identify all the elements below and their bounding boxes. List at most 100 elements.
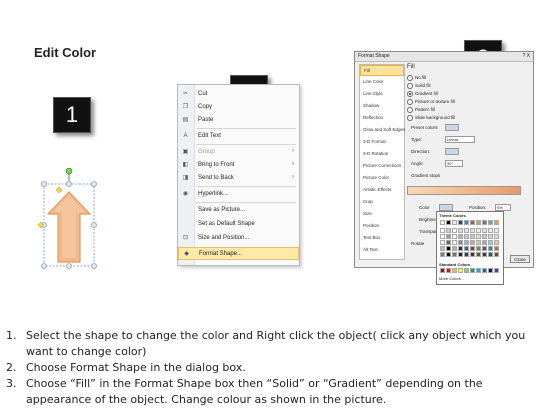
menu-item-group[interactable]: ▣ Group › — [178, 146, 299, 159]
theme-color-swatch[interactable] — [464, 228, 469, 233]
category-fill[interactable]: Fill — [360, 65, 404, 76]
theme-color-swatch[interactable] — [458, 234, 463, 239]
menu-item-cut[interactable]: ✂ Cut — [178, 88, 299, 101]
theme-color-swatch[interactable] — [452, 240, 457, 245]
theme-color-swatch[interactable] — [452, 252, 457, 257]
menu-item-copy[interactable]: ❐ Copy — [178, 101, 299, 114]
theme-color-swatch[interactable] — [470, 240, 475, 245]
menu-item-size-position[interactable]: ⊡ Size and Position... — [178, 232, 299, 245]
theme-color-swatch[interactable] — [446, 228, 451, 233]
theme-color-swatch[interactable] — [476, 240, 481, 245]
category-size[interactable]: Size — [360, 209, 404, 220]
theme-color-swatch[interactable] — [488, 246, 493, 251]
theme-color-swatch[interactable] — [482, 228, 487, 233]
standard-color-swatch[interactable] — [470, 268, 475, 273]
radio-pattern-fill[interactable]: Pattern fill — [407, 107, 435, 113]
theme-color-swatch[interactable] — [440, 246, 445, 251]
angle-input[interactable]: 90° — [445, 160, 463, 167]
radio-no-fill[interactable]: No fill — [407, 75, 426, 81]
position-input[interactable]: 0% — [495, 204, 511, 211]
standard-color-swatch[interactable] — [494, 268, 499, 273]
more-colors-link[interactable]: More Colors... — [439, 276, 464, 281]
theme-color-swatch[interactable] — [452, 234, 457, 239]
rotate-checkbox[interactable]: Rotate — [411, 241, 424, 246]
theme-color-swatch[interactable] — [494, 246, 499, 251]
menu-item-send-to-back[interactable]: ◨ Send to Back › — [178, 172, 299, 185]
menu-item-save-as-picture[interactable]: Save as Picture... — [178, 204, 299, 217]
theme-color-swatch[interactable] — [458, 228, 463, 233]
standard-color-swatch[interactable] — [488, 268, 493, 273]
category-alt-text[interactable]: Alt Text — [360, 245, 404, 256]
standard-color-swatch[interactable] — [458, 268, 463, 273]
theme-color-swatch[interactable] — [470, 220, 475, 225]
theme-color-swatch[interactable] — [470, 228, 475, 233]
theme-color-swatch[interactable] — [470, 234, 475, 239]
theme-color-swatch[interactable] — [458, 252, 463, 257]
menu-item-format-shape[interactable]: ◆ Format Shape... — [178, 247, 299, 260]
radio-solid-fill[interactable]: Solid fill — [407, 83, 431, 89]
menu-item-paste[interactable]: ▤ Paste — [178, 114, 299, 127]
menu-item-edit-text[interactable]: A Edit Text — [178, 130, 299, 143]
standard-color-swatch[interactable] — [464, 268, 469, 273]
color-dropdown[interactable] — [439, 204, 453, 211]
theme-color-swatch[interactable] — [458, 240, 463, 245]
theme-color-swatch[interactable] — [494, 228, 499, 233]
theme-color-swatch[interactable] — [476, 252, 481, 257]
radio-picture-fill[interactable]: Picture or texture fill — [407, 99, 455, 105]
menu-item-set-default-shape[interactable]: Set as Default Shape — [178, 218, 299, 231]
theme-color-swatch[interactable] — [464, 234, 469, 239]
theme-color-swatch[interactable] — [476, 220, 481, 225]
theme-color-swatch[interactable] — [488, 220, 493, 225]
theme-color-swatch[interactable] — [464, 252, 469, 257]
theme-color-swatch[interactable] — [470, 252, 475, 257]
selected-arrow-shape[interactable] — [34, 167, 104, 272]
theme-color-swatch[interactable] — [482, 246, 487, 251]
theme-color-swatch[interactable] — [488, 240, 493, 245]
theme-color-swatch[interactable] — [446, 240, 451, 245]
theme-color-swatch[interactable] — [458, 246, 463, 251]
standard-color-swatch[interactable] — [482, 268, 487, 273]
theme-color-swatch[interactable] — [488, 234, 493, 239]
theme-color-swatch[interactable] — [464, 246, 469, 251]
category-glow[interactable]: Glow and Soft Edges — [360, 125, 405, 136]
theme-color-swatch[interactable] — [494, 234, 499, 239]
theme-color-swatch[interactable] — [464, 220, 469, 225]
category-picture-color[interactable]: Picture Color — [360, 173, 404, 184]
theme-color-swatch[interactable] — [494, 252, 499, 257]
theme-color-swatch[interactable] — [446, 252, 451, 257]
category-picture-corrections[interactable]: Picture Corrections — [360, 161, 404, 172]
category-3d-format[interactable]: 3-D Format — [360, 137, 404, 148]
theme-color-swatch[interactable] — [470, 246, 475, 251]
standard-color-swatch[interactable] — [452, 268, 457, 273]
type-dropdown[interactable]: Linear — [445, 136, 475, 143]
preset-colors-dropdown[interactable] — [445, 124, 459, 131]
category-position[interactable]: Position — [360, 221, 404, 232]
standard-color-swatch[interactable] — [446, 268, 451, 273]
theme-color-swatch[interactable] — [452, 246, 457, 251]
gradient-stops-bar[interactable] — [407, 186, 521, 195]
menu-item-bring-to-front[interactable]: ◧ Bring to Front › — [178, 159, 299, 172]
category-reflection[interactable]: Reflection — [360, 113, 404, 124]
theme-color-swatch[interactable] — [464, 240, 469, 245]
arrow-shape-svg[interactable] — [34, 167, 104, 272]
theme-color-swatch[interactable] — [482, 252, 487, 257]
category-3d-rotation[interactable]: 3-D Rotation — [360, 149, 404, 160]
theme-color-swatch[interactable] — [446, 246, 451, 251]
theme-color-swatch[interactable] — [452, 228, 457, 233]
standard-color-swatch[interactable] — [476, 268, 481, 273]
category-line-style[interactable]: Line Style — [360, 89, 404, 100]
theme-color-swatch[interactable] — [476, 234, 481, 239]
category-artistic-effects[interactable]: Artistic Effects — [360, 185, 404, 196]
theme-color-swatch[interactable] — [494, 240, 499, 245]
theme-color-swatch[interactable] — [488, 228, 493, 233]
theme-color-swatch[interactable] — [482, 220, 487, 225]
theme-color-swatch[interactable] — [440, 220, 445, 225]
theme-color-swatch[interactable] — [440, 240, 445, 245]
category-line-color[interactable]: Line Color — [360, 77, 404, 88]
theme-color-swatch[interactable] — [488, 252, 493, 257]
theme-color-swatch[interactable] — [482, 234, 487, 239]
theme-color-swatch[interactable] — [452, 220, 457, 225]
theme-color-swatch[interactable] — [476, 228, 481, 233]
theme-color-swatch[interactable] — [440, 252, 445, 257]
radio-slide-background-fill[interactable]: Slide background fill — [407, 115, 455, 121]
